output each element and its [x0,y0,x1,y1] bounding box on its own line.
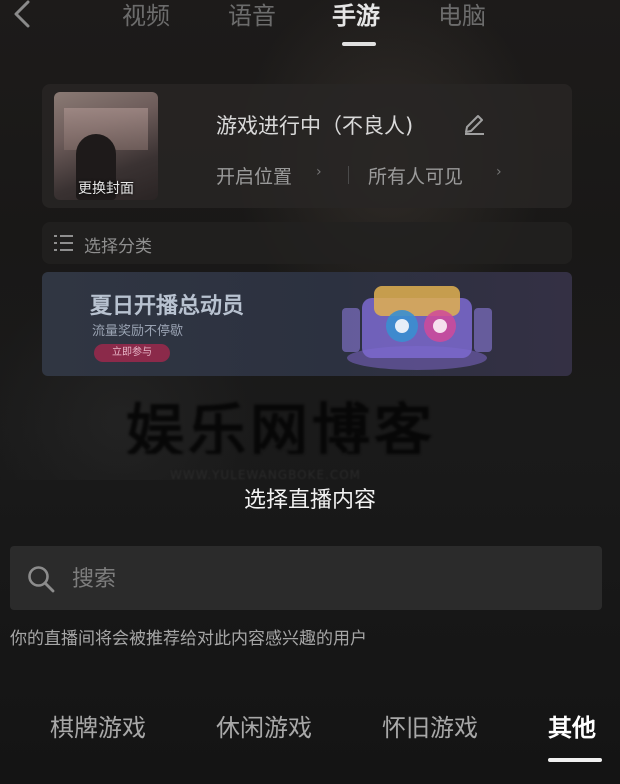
active-category-indicator [548,758,602,762]
top-bar: 视频 语音 手游 电脑 [0,0,620,60]
stream-info-card: 更换封面 游戏进行中（不良人) 开启位置 › 所有人可见 › [42,84,572,208]
search-icon [28,566,55,593]
watermark-url: WWW.YULEWANGBOKE.COM [170,468,362,482]
stream-title[interactable]: 游戏进行中（不良人) [216,110,413,140]
back-icon[interactable] [8,0,38,30]
visibility-selector[interactable]: 所有人可见 [368,162,463,189]
search-box[interactable] [10,546,602,610]
search-input[interactable] [70,562,574,596]
edit-icon[interactable] [462,112,486,136]
recommendation-hint: 你的直播间将会被推荐给对此内容感兴趣的用户 [10,629,367,649]
select-category-row[interactable]: 选择分类 [42,222,572,264]
cover-image[interactable]: 更换封面 [54,92,158,200]
banner-illustration [342,286,492,370]
location-toggle[interactable]: 开启位置 [216,162,292,189]
go-live-screen: 视频 语音 手游 电脑 更换封面 游戏进行中（不良人) 开启位置 › 所有人可见… [0,0,620,784]
tab-other[interactable]: 其他 [548,708,596,743]
banner-title: 夏日开播总动员 [90,294,245,319]
tab-voice[interactable]: 语音 [228,0,276,31]
banner-join-button[interactable]: 立即参与 [94,344,170,362]
category-label: 选择分类 [84,237,152,257]
tab-pc[interactable]: 电脑 [438,0,486,31]
chevron-right-icon: › [496,164,502,180]
change-cover-label[interactable]: 更换封面 [54,178,158,198]
active-tab-indicator [342,42,376,46]
tab-casual-games[interactable]: 休闲游戏 [216,708,312,743]
watermark-logo: 娱乐网博客 [126,397,437,454]
tab-retro-games[interactable]: 怀旧游戏 [382,708,478,743]
tab-video[interactable]: 视频 [122,0,170,31]
banner-subtitle: 流量奖励不停歇 [92,324,184,339]
divider [348,166,349,184]
tab-mobile-game[interactable]: 手游 [332,0,380,31]
chevron-right-icon: › [316,164,322,180]
promo-banner[interactable]: 夏日开播总动员 流量奖励不停歇 立即参与 [42,272,572,376]
tab-board-games[interactable]: 棋牌游戏 [50,708,146,743]
list-icon [54,235,73,251]
sheet-title: 选择直播内容 [243,488,376,513]
